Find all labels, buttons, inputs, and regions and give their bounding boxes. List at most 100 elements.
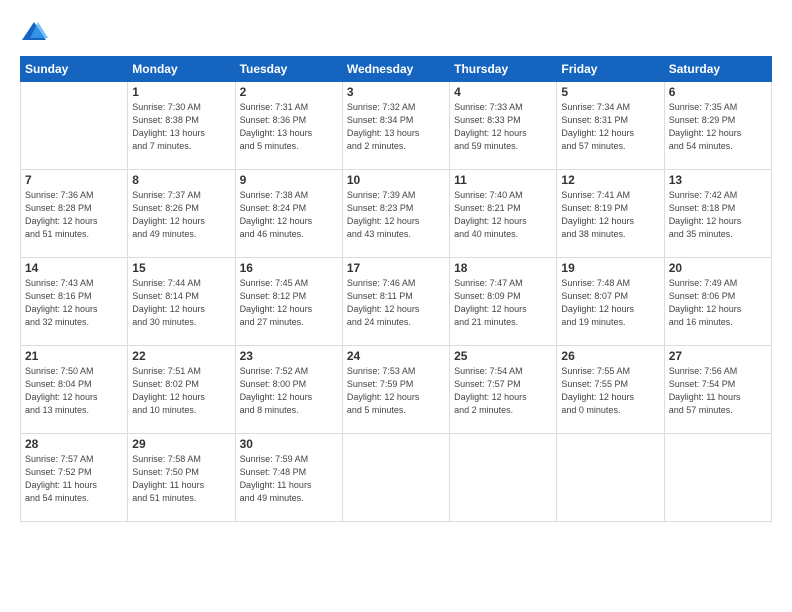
day-cell: 24Sunrise: 7:53 AMSunset: 7:59 PMDayligh… — [342, 346, 449, 434]
day-number: 21 — [25, 349, 123, 363]
day-cell: 26 Sunrise: 7:55 AMSunset: 7:55 PMDayligh… — [557, 346, 664, 434]
day-cell: 18Sunrise: 7:47 AMSunset: 8:09 PMDayligh… — [450, 258, 557, 346]
day-info: Sunrise: 7:41 AMSunset: 8:19 PMDaylight:… — [561, 189, 659, 241]
day-info: Sunrise: 7:44 AMSunset: 8:14 PMDaylight:… — [132, 277, 230, 329]
col-header-wednesday: Wednesday — [342, 57, 449, 82]
day-info: Sunrise: 7:57 AMSunset: 7:52 PMDaylight:… — [25, 453, 123, 505]
day-cell — [342, 434, 449, 522]
day-number: 22 — [132, 349, 230, 363]
day-info: Sunrise: 7:59 AMSunset: 7:48 PMDaylight:… — [240, 453, 338, 505]
day-cell — [557, 434, 664, 522]
day-cell — [664, 434, 771, 522]
day-cell: 23 Sunrise: 7:52 AMSunset: 8:00 PMDayligh… — [235, 346, 342, 434]
day-number: 3 — [347, 85, 445, 99]
day-cell: 20 Sunrise: 7:49 AMSunset: 8:06 PMDayligh… — [664, 258, 771, 346]
day-cell: 7 Sunrise: 7:36 AMSunset: 8:28 PMDaylight… — [21, 170, 128, 258]
header — [20, 18, 772, 46]
day-info: Sunrise: 7:40 AMSunset: 8:21 PMDaylight:… — [454, 189, 552, 241]
day-info: Sunrise: 7:56 AMSunset: 7:54 PMDaylight:… — [669, 365, 767, 417]
day-number: 4 — [454, 85, 552, 99]
calendar-table: SundayMondayTuesdayWednesdayThursdayFrid… — [20, 56, 772, 522]
day-info: Sunrise: 7:45 AMSunset: 8:12 PMDaylight:… — [240, 277, 338, 329]
day-info: Sunrise: 7:37 AMSunset: 8:26 PMDaylight:… — [132, 189, 230, 241]
week-row-1: 7 Sunrise: 7:36 AMSunset: 8:28 PMDaylight… — [21, 170, 772, 258]
day-info: Sunrise: 7:50 AMSunset: 8:04 PMDaylight:… — [25, 365, 123, 417]
day-number: 23 — [240, 349, 338, 363]
day-cell: 6 Sunrise: 7:35 AMSunset: 8:29 PMDaylight… — [664, 82, 771, 170]
col-header-friday: Friday — [557, 57, 664, 82]
day-info: Sunrise: 7:33 AMSunset: 8:33 PMDaylight:… — [454, 101, 552, 153]
day-number: 14 — [25, 261, 123, 275]
day-cell: 15 Sunrise: 7:44 AMSunset: 8:14 PMDayligh… — [128, 258, 235, 346]
day-number: 16 — [240, 261, 338, 275]
day-number: 11 — [454, 173, 552, 187]
day-number: 26 — [561, 349, 659, 363]
day-number: 9 — [240, 173, 338, 187]
day-cell — [21, 82, 128, 170]
day-info: Sunrise: 7:43 AMSunset: 8:16 PMDaylight:… — [25, 277, 123, 329]
day-cell: 1 Sunrise: 7:30 AMSunset: 8:38 PMDaylight… — [128, 82, 235, 170]
logo-icon — [20, 18, 48, 46]
day-info: Sunrise: 7:31 AMSunset: 8:36 PMDaylight:… — [240, 101, 338, 153]
day-info: Sunrise: 7:54 AMSunset: 7:57 PMDaylight:… — [454, 365, 552, 417]
col-header-sunday: Sunday — [21, 57, 128, 82]
day-number: 25 — [454, 349, 552, 363]
day-number: 27 — [669, 349, 767, 363]
col-header-monday: Monday — [128, 57, 235, 82]
day-number: 18 — [454, 261, 552, 275]
day-cell: 29 Sunrise: 7:58 AMSunset: 7:50 PMDayligh… — [128, 434, 235, 522]
day-number: 6 — [669, 85, 767, 99]
day-info: Sunrise: 7:32 AMSunset: 8:34 PMDaylight:… — [347, 101, 445, 153]
logo — [20, 18, 52, 46]
day-info: Sunrise: 7:35 AMSunset: 8:29 PMDaylight:… — [669, 101, 767, 153]
day-info: Sunrise: 7:34 AMSunset: 8:31 PMDaylight:… — [561, 101, 659, 153]
day-number: 28 — [25, 437, 123, 451]
header-row: SundayMondayTuesdayWednesdayThursdayFrid… — [21, 57, 772, 82]
day-number: 17 — [347, 261, 445, 275]
day-number: 7 — [25, 173, 123, 187]
day-cell: 11 Sunrise: 7:40 AMSunset: 8:21 PMDayligh… — [450, 170, 557, 258]
week-row-2: 14 Sunrise: 7:43 AMSunset: 8:16 PMDayligh… — [21, 258, 772, 346]
day-cell: 27 Sunrise: 7:56 AMSunset: 7:54 PMDayligh… — [664, 346, 771, 434]
day-cell: 10Sunrise: 7:39 AMSunset: 8:23 PMDayligh… — [342, 170, 449, 258]
day-number: 1 — [132, 85, 230, 99]
day-info: Sunrise: 7:51 AMSunset: 8:02 PMDaylight:… — [132, 365, 230, 417]
day-info: Sunrise: 7:38 AMSunset: 8:24 PMDaylight:… — [240, 189, 338, 241]
day-number: 30 — [240, 437, 338, 451]
day-cell: 16 Sunrise: 7:45 AMSunset: 8:12 PMDayligh… — [235, 258, 342, 346]
day-cell: 12 Sunrise: 7:41 AMSunset: 8:19 PMDayligh… — [557, 170, 664, 258]
day-cell: 2 Sunrise: 7:31 AMSunset: 8:36 PMDaylight… — [235, 82, 342, 170]
day-cell: 5Sunrise: 7:34 AMSunset: 8:31 PMDaylight… — [557, 82, 664, 170]
day-number: 20 — [669, 261, 767, 275]
day-info: Sunrise: 7:30 AMSunset: 8:38 PMDaylight:… — [132, 101, 230, 153]
day-number: 13 — [669, 173, 767, 187]
day-info: Sunrise: 7:48 AMSunset: 8:07 PMDaylight:… — [561, 277, 659, 329]
week-row-3: 21 Sunrise: 7:50 AMSunset: 8:04 PMDayligh… — [21, 346, 772, 434]
day-number: 29 — [132, 437, 230, 451]
day-info: Sunrise: 7:53 AMSunset: 7:59 PMDaylight:… — [347, 365, 445, 417]
day-number: 2 — [240, 85, 338, 99]
day-info: Sunrise: 7:46 AMSunset: 8:11 PMDaylight:… — [347, 277, 445, 329]
day-cell: 3 Sunrise: 7:32 AMSunset: 8:34 PMDaylight… — [342, 82, 449, 170]
day-cell: 9 Sunrise: 7:38 AMSunset: 8:24 PMDaylight… — [235, 170, 342, 258]
day-info: Sunrise: 7:42 AMSunset: 8:18 PMDaylight:… — [669, 189, 767, 241]
day-cell: 30 Sunrise: 7:59 AMSunset: 7:48 PMDayligh… — [235, 434, 342, 522]
day-info: Sunrise: 7:49 AMSunset: 8:06 PMDaylight:… — [669, 277, 767, 329]
day-cell: 4 Sunrise: 7:33 AMSunset: 8:33 PMDaylight… — [450, 82, 557, 170]
day-info: Sunrise: 7:39 AMSunset: 8:23 PMDaylight:… — [347, 189, 445, 241]
day-number: 12 — [561, 173, 659, 187]
day-cell: 22 Sunrise: 7:51 AMSunset: 8:02 PMDayligh… — [128, 346, 235, 434]
day-cell: 25 Sunrise: 7:54 AMSunset: 7:57 PMDayligh… — [450, 346, 557, 434]
day-info: Sunrise: 7:52 AMSunset: 8:00 PMDaylight:… — [240, 365, 338, 417]
day-number: 15 — [132, 261, 230, 275]
day-info: Sunrise: 7:58 AMSunset: 7:50 PMDaylight:… — [132, 453, 230, 505]
col-header-saturday: Saturday — [664, 57, 771, 82]
page: SundayMondayTuesdayWednesdayThursdayFrid… — [0, 0, 792, 612]
day-info: Sunrise: 7:55 AMSunset: 7:55 PMDaylight:… — [561, 365, 659, 417]
day-number: 8 — [132, 173, 230, 187]
col-header-tuesday: Tuesday — [235, 57, 342, 82]
week-row-0: 1 Sunrise: 7:30 AMSunset: 8:38 PMDaylight… — [21, 82, 772, 170]
week-row-4: 28 Sunrise: 7:57 AMSunset: 7:52 PMDayligh… — [21, 434, 772, 522]
day-info: Sunrise: 7:36 AMSunset: 8:28 PMDaylight:… — [25, 189, 123, 241]
day-cell: 13 Sunrise: 7:42 AMSunset: 8:18 PMDayligh… — [664, 170, 771, 258]
